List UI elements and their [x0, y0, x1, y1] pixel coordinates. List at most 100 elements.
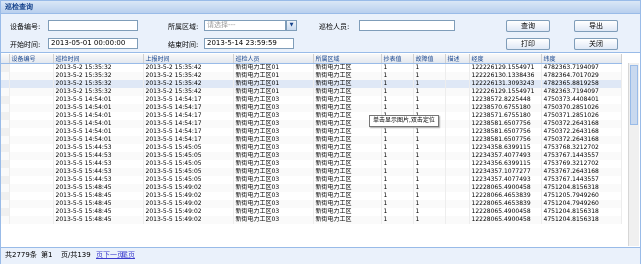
table-cell: 2013-5-5 15:45:05 — [143, 160, 234, 168]
export-button[interactable]: 导出 — [574, 20, 618, 32]
table-cell: 2013-5-5 14:54:17 — [143, 128, 234, 136]
column-header[interactable]: 巡检人员 — [233, 54, 314, 64]
column-header[interactable]: 巡检时间 — [53, 54, 144, 64]
column-header[interactable]: 抄表值 — [381, 54, 414, 64]
page-total: 页/共139 — [61, 251, 91, 259]
table-row[interactable]: 2013-5-5 15:44:53 2013-5-5 15:45:05 新街电力工区… — [1, 168, 622, 176]
row-number-cell — [1, 80, 10, 88]
vertical-scrollbar[interactable] — [628, 63, 639, 246]
table-cell: 2013-5-5 14:54:17 — [143, 112, 234, 120]
table-cell: 2013-5-5 15:49:02 — [143, 208, 234, 216]
table-cell — [9, 160, 54, 168]
table-cell — [445, 216, 470, 224]
row-number-cell — [1, 63, 10, 72]
table-row[interactable]: 2013-5-5 15:48:45 2013-5-5 15:49:02 新街电力工区… — [1, 208, 622, 216]
table-cell: 4753768.3212702 — [541, 144, 622, 152]
table-row[interactable]: 2013-5-5 14:54:01 2013-5-5 14:54:17 新街电力工区… — [1, 128, 622, 136]
table-row[interactable]: 2013-5-5 15:48:45 2013-5-5 15:49:02 新街电力工区… — [1, 200, 622, 208]
table-cell: 新街电力工区03 — [233, 152, 314, 160]
table-cell: 新街电力工区 — [313, 208, 382, 216]
last-page-link[interactable]: 尾页 — [121, 248, 135, 262]
table-cell — [9, 176, 54, 184]
table-cell — [9, 120, 54, 128]
table-cell: 2013-5-5 15:48:45 — [53, 216, 144, 224]
window-titlebar: 巡检查询 — [1, 1, 640, 14]
column-header[interactable]: 设备编号 — [9, 54, 54, 64]
table-cell: 1 — [413, 88, 446, 96]
table-row[interactable]: 2013-5-5 14:54:01 2013-5-5 14:54:17 新街电力工区… — [1, 136, 622, 144]
table-row[interactable]: 2013-5-5 15:48:45 2013-5-5 15:49:02 新街电力工区… — [1, 184, 622, 192]
table-cell: 2013-5-5 14:54:01 — [53, 136, 144, 144]
column-header[interactable]: 经度 — [469, 54, 542, 64]
table-row[interactable]: 2013-5-5 15:44:53 2013-5-5 15:45:05 新街电力工区… — [1, 160, 622, 168]
table-cell: 4782363.7194097 — [541, 88, 622, 96]
column-header[interactable]: 上报时间 — [143, 54, 234, 64]
table-cell: 新街电力工区03 — [233, 120, 314, 128]
table-row[interactable]: 2013-5-5 14:54:01 2013-5-5 14:54:17 新街电力工区… — [1, 96, 622, 104]
table-cell: 1 — [381, 128, 414, 136]
table-cell: 4751205.7949260 — [541, 192, 622, 200]
column-header[interactable]: 故障值 — [413, 54, 446, 64]
table-row[interactable]: 2013-5-2 15:35:32 2013-5-2 15:35:42 新街电力工区… — [1, 88, 622, 96]
table-cell: 2013-5-5 15:44:53 — [53, 144, 144, 152]
inspector-label: 巡检人员: — [319, 23, 350, 31]
table-cell — [9, 96, 54, 104]
query-button[interactable]: 查询 — [506, 20, 550, 32]
column-header[interactable]: 描述 — [445, 54, 470, 64]
next-page-link[interactable]: 页下一页 — [96, 248, 124, 262]
row-number-cell — [1, 160, 10, 168]
table-cell — [445, 184, 470, 192]
table-cell: 4750372.2643168 — [541, 128, 622, 136]
scrollbar-thumb[interactable] — [630, 65, 638, 125]
table-cell: 新街电力工区03 — [233, 176, 314, 184]
table-row[interactable]: 2013-5-5 15:48:45 2013-5-5 15:49:02 新街电力工区… — [1, 216, 622, 224]
table-cell — [445, 144, 470, 152]
table-row[interactable]: 2013-5-5 15:48:45 2013-5-5 15:49:02 新街电力工区… — [1, 192, 622, 200]
table-cell: 新街电力工区03 — [233, 96, 314, 104]
table-cell — [445, 112, 470, 120]
table-cell — [9, 200, 54, 208]
area-select[interactable]: 请选择--- — [204, 20, 286, 31]
table-cell: 新街电力工区 — [313, 216, 382, 224]
column-header[interactable]: 纬度 — [541, 54, 622, 64]
table-cell: 2013-5-5 15:44:53 — [53, 176, 144, 184]
table-row[interactable]: 2013-5-2 15:35:32 2013-5-2 15:35:42 新街电力工区… — [1, 72, 622, 80]
end-time-input[interactable]: 2013-5-14 23:59:59 — [204, 38, 294, 49]
table-cell: 新街电力工区01 — [233, 63, 314, 72]
column-header[interactable]: 所属区域 — [313, 54, 382, 64]
table-row[interactable]: 2013-5-5 15:44:53 2013-5-5 15:45:05 新街电力工区… — [1, 144, 622, 152]
table-cell: 4750372.2643168 — [541, 136, 622, 144]
table-cell: 12228065.4900458 — [469, 208, 542, 216]
table-cell: 1 — [381, 88, 414, 96]
table-cell: 2013-5-5 15:49:02 — [143, 200, 234, 208]
table-cell: 新街电力工区01 — [233, 80, 314, 88]
table-cell: 1 — [413, 192, 446, 200]
table-cell: 新街电力工区 — [313, 200, 382, 208]
table-row[interactable]: 2013-5-5 14:54:01 2013-5-5 14:54:17 新街电力工区… — [1, 112, 622, 120]
row-number-cell — [1, 96, 10, 104]
table-row[interactable]: 2013-5-5 15:44:53 2013-5-5 15:45:05 新街电力工区… — [1, 152, 622, 160]
close-button[interactable]: 关闭 — [574, 38, 618, 50]
table-cell — [445, 120, 470, 128]
table-row[interactable]: 2013-5-5 14:54:01 2013-5-5 14:54:17 新街电力工区… — [1, 120, 622, 128]
table-row[interactable]: 2013-5-5 15:44:53 2013-5-5 15:45:05 新街电力工区… — [1, 176, 622, 184]
table-cell: 新街电力工区03 — [233, 144, 314, 152]
table-row[interactable]: 2013-5-5 14:54:01 2013-5-5 14:54:17 新街电力工区… — [1, 104, 622, 112]
table-cell — [445, 88, 470, 96]
print-button[interactable]: 打印 — [506, 38, 550, 50]
device-input[interactable] — [48, 20, 138, 31]
inspector-input[interactable] — [359, 20, 455, 31]
table-cell: 4751204.7949260 — [541, 200, 622, 208]
table-cell: 1 — [381, 104, 414, 112]
grid-body: 2013-5-2 15:35:32 2013-5-2 15:35:42 新街电力工区… — [1, 63, 622, 224]
table-cell: 1 — [413, 144, 446, 152]
table-cell: 新街电力工区03 — [233, 136, 314, 144]
table-cell: 1 — [381, 152, 414, 160]
table-cell: 1 — [413, 63, 446, 72]
table-row[interactable]: 2013-5-2 15:35:32 2013-5-2 15:35:42 新街电力工区… — [1, 63, 622, 72]
chevron-down-icon[interactable]: ▼ — [286, 20, 297, 31]
table-cell — [445, 80, 470, 88]
start-time-input[interactable]: 2013-05-01 00:00:00 — [48, 38, 138, 49]
table-row[interactable]: 2013-5-2 15:35:32 2013-5-2 15:35:42 新街电力工区… — [1, 80, 622, 88]
table-cell: 1 — [413, 208, 446, 216]
